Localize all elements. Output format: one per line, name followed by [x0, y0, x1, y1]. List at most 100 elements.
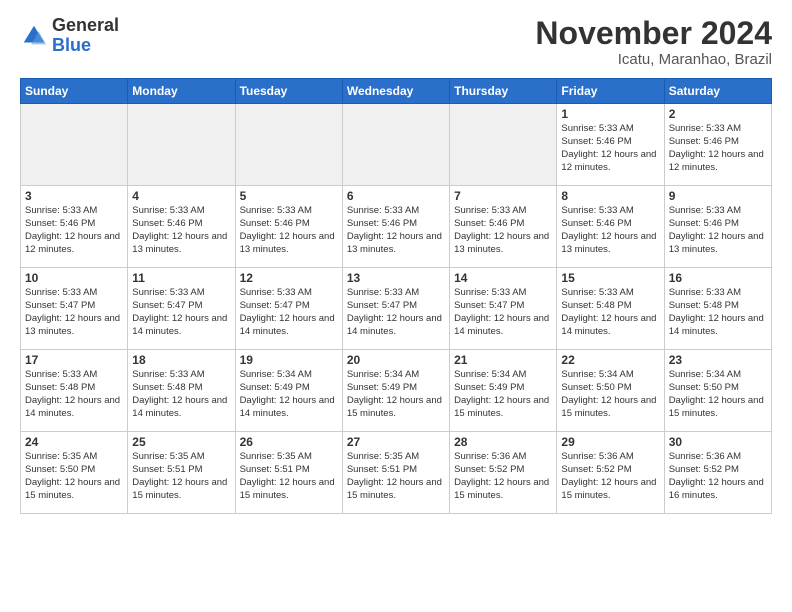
day-info: Sunrise: 5:33 AM Sunset: 5:46 PM Dayligh… — [132, 205, 230, 256]
day-number: 24 — [25, 435, 123, 449]
day-number: 7 — [454, 189, 552, 203]
day-number: 28 — [454, 435, 552, 449]
day-info: Sunrise: 5:33 AM Sunset: 5:48 PM Dayligh… — [561, 287, 659, 338]
calendar-cell: 9Sunrise: 5:33 AM Sunset: 5:46 PM Daylig… — [664, 186, 771, 268]
day-info: Sunrise: 5:33 AM Sunset: 5:46 PM Dayligh… — [347, 205, 445, 256]
calendar-cell — [450, 104, 557, 186]
day-info: Sunrise: 5:35 AM Sunset: 5:51 PM Dayligh… — [132, 451, 230, 502]
calendar-cell — [342, 104, 449, 186]
day-number: 29 — [561, 435, 659, 449]
day-number: 20 — [347, 353, 445, 367]
day-info: Sunrise: 5:34 AM Sunset: 5:49 PM Dayligh… — [454, 369, 552, 420]
calendar-cell: 4 Sunrise: 5:33 AM Sunset: 5:46 PM Daylig… — [128, 186, 235, 268]
day-info: Sunrise: 5:33 AM Sunset: 5:46 PM Dayligh… — [561, 205, 659, 256]
calendar-cell: 24 Sunrise: 5:35 AM Sunset: 5:50 PM Dayli… — [21, 432, 128, 514]
day-number: 25 — [132, 435, 230, 449]
calendar-cell: 8 Sunrise: 5:33 AM Sunset: 5:46 PM Daylig… — [557, 186, 664, 268]
calendar-cell: 1 Sunrise: 5:33 AM Sunset: 5:46 PM Daylig… — [557, 104, 664, 186]
weekday-header: Monday — [128, 79, 235, 104]
calendar-cell: 2 Sunrise: 5:33 AM Sunset: 5:46 PM Daylig… — [664, 104, 771, 186]
day-number: 27 — [347, 435, 445, 449]
calendar-cell: 7 Sunrise: 5:33 AM Sunset: 5:46 PM Daylig… — [450, 186, 557, 268]
day-info: Sunrise: 5:33 AM Sunset: 5:48 PM Dayligh… — [25, 369, 123, 420]
calendar-cell: 10 Sunrise: 5:33 AM Sunset: 5:47 PM Dayli… — [21, 268, 128, 350]
calendar-week-row: 24 Sunrise: 5:35 AM Sunset: 5:50 PM Dayli… — [21, 432, 772, 514]
day-info: Sunrise: 5:36 AM Sunset: 5:52 PM Dayligh… — [561, 451, 659, 502]
day-info: Sunrise: 5:34 AM Sunset: 5:49 PM Dayligh… — [240, 369, 338, 420]
weekday-header: Friday — [557, 79, 664, 104]
calendar-week-row: 1 Sunrise: 5:33 AM Sunset: 5:46 PM Daylig… — [21, 104, 772, 186]
day-number: 8 — [561, 189, 659, 203]
calendar-week-row: 3 Sunrise: 5:33 AM Sunset: 5:46 PM Daylig… — [21, 186, 772, 268]
logo-icon — [20, 22, 48, 50]
day-number: 2 — [669, 107, 767, 121]
day-number: 1 — [561, 107, 659, 121]
page-header: General Blue November 2024 Icatu, Maranh… — [20, 16, 772, 68]
day-info: Sunrise: 5:33 AM Sunset: 5:47 PM Dayligh… — [25, 287, 123, 338]
day-number: 10 — [25, 271, 123, 285]
calendar-cell: 11 Sunrise: 5:33 AM Sunset: 5:47 PM Dayli… — [128, 268, 235, 350]
weekday-header: Wednesday — [342, 79, 449, 104]
calendar-cell: 27 Sunrise: 5:35 AM Sunset: 5:51 PM Dayli… — [342, 432, 449, 514]
day-info: Sunrise: 5:35 AM Sunset: 5:51 PM Dayligh… — [347, 451, 445, 502]
calendar-cell: 23 Sunrise: 5:34 AM Sunset: 5:50 PM Dayli… — [664, 350, 771, 432]
day-number: 3 — [25, 189, 123, 203]
day-number: 14 — [454, 271, 552, 285]
day-number: 15 — [561, 271, 659, 285]
day-number: 22 — [561, 353, 659, 367]
day-info: Sunrise: 5:33 AM Sunset: 5:46 PM Dayligh… — [25, 205, 123, 256]
calendar-cell: 16 Sunrise: 5:33 AM Sunset: 5:48 PM Dayli… — [664, 268, 771, 350]
day-info: Sunrise: 5:33 AM Sunset: 5:47 PM Dayligh… — [347, 287, 445, 338]
month-title: November 2024 — [535, 16, 772, 51]
day-info: Sunrise: 5:36 AM Sunset: 5:52 PM Dayligh… — [454, 451, 552, 502]
calendar-table: SundayMondayTuesdayWednesdayThursdayFrid… — [20, 78, 772, 514]
day-info: Sunrise: 5:33 AM Sunset: 5:47 PM Dayligh… — [132, 287, 230, 338]
weekday-header: Tuesday — [235, 79, 342, 104]
day-number: 11 — [132, 271, 230, 285]
calendar-cell — [235, 104, 342, 186]
day-number: 6 — [347, 189, 445, 203]
day-number: 16 — [669, 271, 767, 285]
weekday-header: Saturday — [664, 79, 771, 104]
calendar-cell: 26 Sunrise: 5:35 AM Sunset: 5:51 PM Dayli… — [235, 432, 342, 514]
day-number: 5 — [240, 189, 338, 203]
calendar-cell: 6 Sunrise: 5:33 AM Sunset: 5:46 PM Daylig… — [342, 186, 449, 268]
calendar-cell: 20Sunrise: 5:34 AM Sunset: 5:49 PM Dayli… — [342, 350, 449, 432]
calendar-cell: 21 Sunrise: 5:34 AM Sunset: 5:49 PM Dayli… — [450, 350, 557, 432]
calendar-header-row: SundayMondayTuesdayWednesdayThursdayFrid… — [21, 79, 772, 104]
calendar-cell: 13 Sunrise: 5:33 AM Sunset: 5:47 PM Dayli… — [342, 268, 449, 350]
calendar-cell: 22 Sunrise: 5:34 AM Sunset: 5:50 PM Dayli… — [557, 350, 664, 432]
day-info: Sunrise: 5:33 AM Sunset: 5:48 PM Dayligh… — [132, 369, 230, 420]
logo-blue: Blue — [52, 35, 91, 55]
weekday-header: Sunday — [21, 79, 128, 104]
day-info: Sunrise: 5:33 AM Sunset: 5:48 PM Dayligh… — [669, 287, 767, 338]
calendar-cell: 14Sunrise: 5:33 AM Sunset: 5:47 PM Dayli… — [450, 268, 557, 350]
day-number: 23 — [669, 353, 767, 367]
day-number: 4 — [132, 189, 230, 203]
day-info: Sunrise: 5:35 AM Sunset: 5:51 PM Dayligh… — [240, 451, 338, 502]
calendar-cell: 3 Sunrise: 5:33 AM Sunset: 5:46 PM Daylig… — [21, 186, 128, 268]
location: Icatu, Maranhao, Brazil — [535, 51, 772, 68]
day-info: Sunrise: 5:33 AM Sunset: 5:46 PM Dayligh… — [669, 205, 767, 256]
day-info: Sunrise: 5:34 AM Sunset: 5:50 PM Dayligh… — [561, 369, 659, 420]
day-info: Sunrise: 5:34 AM Sunset: 5:50 PM Dayligh… — [669, 369, 767, 420]
day-number: 26 — [240, 435, 338, 449]
calendar-cell: 19Sunrise: 5:34 AM Sunset: 5:49 PM Dayli… — [235, 350, 342, 432]
calendar-cell: 28 Sunrise: 5:36 AM Sunset: 5:52 PM Dayli… — [450, 432, 557, 514]
day-info: Sunrise: 5:33 AM Sunset: 5:46 PM Dayligh… — [561, 123, 659, 174]
logo: General Blue — [20, 16, 119, 56]
calendar-cell — [128, 104, 235, 186]
day-number: 30 — [669, 435, 767, 449]
day-number: 13 — [347, 271, 445, 285]
calendar-cell — [21, 104, 128, 186]
calendar-cell: 12Sunrise: 5:33 AM Sunset: 5:47 PM Dayli… — [235, 268, 342, 350]
calendar-cell: 29 Sunrise: 5:36 AM Sunset: 5:52 PM Dayli… — [557, 432, 664, 514]
day-info: Sunrise: 5:33 AM Sunset: 5:46 PM Dayligh… — [454, 205, 552, 256]
day-info: Sunrise: 5:33 AM Sunset: 5:46 PM Dayligh… — [669, 123, 767, 174]
day-number: 21 — [454, 353, 552, 367]
calendar-cell: 15 Sunrise: 5:33 AM Sunset: 5:48 PM Dayli… — [557, 268, 664, 350]
day-info: Sunrise: 5:35 AM Sunset: 5:50 PM Dayligh… — [25, 451, 123, 502]
weekday-header: Thursday — [450, 79, 557, 104]
logo-general: General — [52, 15, 119, 35]
day-info: Sunrise: 5:33 AM Sunset: 5:46 PM Dayligh… — [240, 205, 338, 256]
